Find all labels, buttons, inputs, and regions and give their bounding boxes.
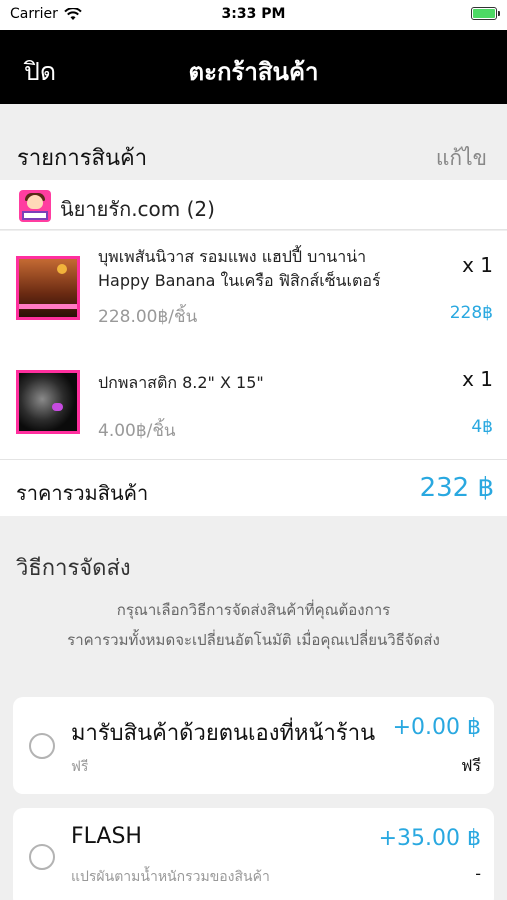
shipping-option-title: มารับสินค้าด้วยตนเองที่หน้าร้าน	[71, 721, 376, 746]
product-name: บุพเพสันนิวาส รอมแพง แฮปปี้ บานาน่า Happ…	[98, 247, 381, 290]
edit-button[interactable]: แก้ไข	[436, 142, 487, 175]
shipping-option-price: +0.00 ฿	[392, 715, 481, 740]
cart-section-header: รายการสินค้า แก้ไข	[0, 104, 507, 180]
shipping-option-flash[interactable]: FLASH +35.00 ฿ แปรผันตามน้ำหนักรวมของสิน…	[13, 808, 494, 900]
subtotal-value: 232 ฿	[419, 473, 494, 503]
shipping-section-title: วิธีการจัดส่ง	[16, 556, 131, 581]
product-unit-price: 4.00฿/ชิ้น	[98, 421, 176, 441]
status-bar: Carrier 3:33 PM	[0, 0, 507, 30]
shop-logo-icon	[19, 190, 51, 222]
cart-item[interactable]: บุพเพสันนิวาส รอมแพง แฮปปี้ บานาน่า Happ…	[0, 231, 507, 345]
battery-icon	[471, 7, 500, 20]
product-total: 4฿	[471, 417, 493, 437]
product-quantity: x 1	[462, 367, 493, 391]
cart-section-title: รายการสินค้า	[17, 146, 148, 171]
subtotal-label: ราคารวมสินค้า	[16, 481, 149, 505]
radio-button[interactable]	[29, 733, 55, 759]
radio-button[interactable]	[29, 844, 55, 870]
product-name: ปกพลาสติก 8.2" X 15"	[98, 373, 264, 392]
product-unit-price: 228.00฿/ชิ้น	[98, 307, 198, 327]
shipping-option-subtitle: ฟรี	[71, 759, 89, 775]
product-quantity: x 1	[462, 253, 493, 277]
shipping-option-note: ฟรี	[461, 756, 481, 775]
product-total: 228฿	[449, 303, 493, 323]
page-title: ตะกร้าสินค้า	[188, 58, 319, 86]
shipping-option-subtitle: แปรผันตามน้ำหนักรวมของสินค้า	[71, 869, 270, 885]
subtotal-row: ราคารวมสินค้า 232 ฿	[0, 459, 507, 516]
shipping-option-price: +35.00 ฿	[378, 826, 481, 851]
shipping-note-line2: ราคารวมทั้งหมดจะเปลี่ยนอัตโนมัติ เมื่อคุ…	[67, 631, 440, 649]
navigation-bar: ปิด ตะกร้าสินค้า	[0, 30, 507, 104]
shipping-option-title: FLASH	[71, 824, 142, 849]
shop-row: นิยายรัก.com (2)	[0, 180, 507, 230]
cart-item[interactable]: ปกพลาสติก 8.2" X 15" x 1 4.00฿/ชิ้น 4฿	[0, 345, 507, 459]
product-thumbnail	[16, 256, 80, 320]
shipping-note-line1: กรุณาเลือกวิธีการจัดส่งสินค้าที่คุณต้องก…	[116, 601, 391, 619]
shipping-option-note: -	[475, 864, 481, 883]
product-thumbnail	[16, 370, 80, 434]
clock: 3:33 PM	[221, 6, 286, 22]
shop-name: นิยายรัก.com (2)	[60, 197, 215, 221]
cart-items: บุพเพสันนิวาส รอมแพง แฮปปี้ บานาน่า Happ…	[0, 231, 507, 459]
shipping-option-pickup[interactable]: มารับสินค้าด้วยตนเองที่หน้าร้าน +0.00 ฿ …	[13, 697, 494, 794]
